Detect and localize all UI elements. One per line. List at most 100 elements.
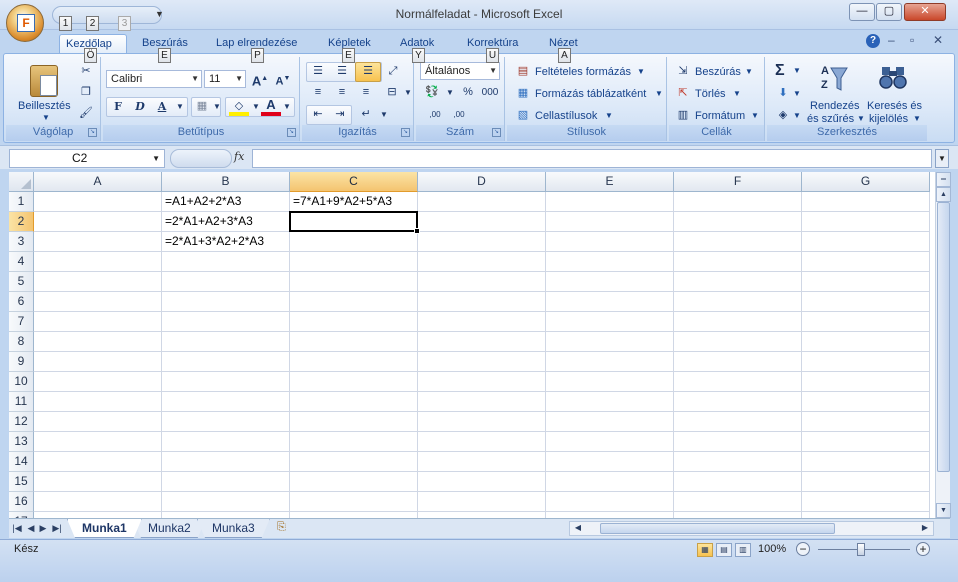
cell-c13[interactable] [290, 432, 418, 452]
autosum-dropdown-icon[interactable]: ▼ [793, 66, 801, 75]
cell-b3[interactable]: =2*A1+3*A2+2*A3 [162, 232, 290, 252]
number-launcher-icon[interactable]: ↘ [492, 128, 501, 137]
paste-button-label[interactable]: Beillesztés [18, 100, 71, 112]
fill-icon[interactable]: ⬇ [773, 85, 793, 103]
cell-a14[interactable] [34, 452, 162, 472]
cell-f14[interactable] [674, 452, 802, 472]
cell-c6[interactable] [290, 292, 418, 312]
prev-sheet-icon[interactable]: ◀ [25, 522, 37, 536]
font-size-combo[interactable]: 11 ▼ [204, 70, 246, 88]
cell-d2[interactable] [418, 212, 546, 232]
wrap-dropdown-icon[interactable]: ▼ [374, 106, 394, 124]
cell-g8[interactable] [802, 332, 930, 352]
underline-dropdown-icon[interactable]: ▼ [170, 98, 190, 116]
cell-d9[interactable] [418, 352, 546, 372]
cell-d11[interactable] [418, 392, 546, 412]
next-sheet-icon[interactable]: ▶ [37, 522, 49, 536]
cell-g12[interactable] [802, 412, 930, 432]
cell-a13[interactable] [34, 432, 162, 452]
row-header-2[interactable]: 2 [9, 212, 34, 232]
cell-g6[interactable] [802, 292, 930, 312]
ribbon-close-icon[interactable]: ✕ [933, 33, 943, 47]
cell-c3[interactable] [290, 232, 418, 252]
cut-icon[interactable]: ✂ [76, 63, 96, 81]
cell-c11[interactable] [290, 392, 418, 412]
cell-e3[interactable] [546, 232, 674, 252]
row-header-8[interactable]: 8 [9, 332, 34, 352]
cell-d4[interactable] [418, 252, 546, 272]
shrink-font-icon[interactable]: A▼ [273, 70, 293, 88]
cell-a10[interactable] [34, 372, 162, 392]
keytip-tab-lap[interactable]: P [251, 48, 264, 63]
fill-dropdown-icon[interactable]: ▼ [793, 89, 801, 98]
row-header-4[interactable]: 4 [9, 252, 34, 272]
cell-a12[interactable] [34, 412, 162, 432]
fill-handle[interactable] [414, 228, 420, 234]
cell-d15[interactable] [418, 472, 546, 492]
format-painter-icon[interactable]: 🖌 [76, 105, 96, 123]
column-header-b[interactable]: B [162, 172, 290, 192]
decrease-decimal-button[interactable]: ,00 [446, 106, 472, 124]
cell-f7[interactable] [674, 312, 802, 332]
row-header-13[interactable]: 13 [9, 432, 34, 452]
row-header-5[interactable]: 5 [9, 272, 34, 292]
scroll-left-icon[interactable]: ◀ [571, 522, 585, 535]
font-name-combo[interactable]: Calibri ▼ [106, 70, 202, 88]
cell-g9[interactable] [802, 352, 930, 372]
column-header-c[interactable]: C [290, 172, 418, 192]
cell-g13[interactable] [802, 432, 930, 452]
cell-f13[interactable] [674, 432, 802, 452]
insert-cells-dropdown-icon[interactable]: ▼ [745, 67, 753, 76]
cell-d3[interactable] [418, 232, 546, 252]
row-header-12[interactable]: 12 [9, 412, 34, 432]
formula-input[interactable] [252, 149, 932, 168]
cell-d8[interactable] [418, 332, 546, 352]
cell-b10[interactable] [162, 372, 290, 392]
close-button[interactable]: ✕ [904, 3, 946, 21]
cell-b15[interactable] [162, 472, 290, 492]
cell-b2[interactable]: =2*A1+A2+3*A3 [162, 212, 290, 232]
format-table-dropdown-icon[interactable]: ▼ [655, 89, 663, 98]
keytip-tab-korrektura[interactable]: U [486, 48, 499, 63]
insert-function-button[interactable]: fx [234, 150, 244, 163]
cell-e1[interactable] [546, 192, 674, 212]
cell-d5[interactable] [418, 272, 546, 292]
cell-b6[interactable] [162, 292, 290, 312]
find-select-icon[interactable] [879, 63, 907, 91]
cell-g14[interactable] [802, 452, 930, 472]
italic-button[interactable]: D [130, 98, 150, 116]
scroll-up-icon[interactable]: ▲ [936, 187, 951, 202]
page-layout-view-icon[interactable]: ▤ [716, 543, 732, 557]
normal-view-icon[interactable]: ▦ [697, 543, 713, 557]
conditional-format-dropdown-icon[interactable]: ▼ [637, 67, 645, 76]
cell-e13[interactable] [546, 432, 674, 452]
format-cells-button[interactable]: Formátum [695, 110, 745, 122]
align-middle-icon[interactable]: ☰ [332, 63, 352, 81]
alignment-launcher-icon[interactable]: ↘ [401, 128, 410, 137]
increase-indent-icon[interactable]: ⇥ [330, 106, 350, 124]
cell-a8[interactable] [34, 332, 162, 352]
column-header-g[interactable]: G [802, 172, 930, 192]
scroll-right-icon[interactable]: ▶ [918, 522, 932, 535]
name-box[interactable]: C2 ▼ [9, 149, 165, 168]
cell-a6[interactable] [34, 292, 162, 312]
align-top-icon[interactable]: ☰ [308, 63, 328, 81]
find-select-label-2[interactable]: kijelölés [869, 113, 908, 125]
clear-dropdown-icon[interactable]: ▼ [793, 111, 801, 120]
zoom-slider-thumb[interactable] [857, 543, 865, 556]
cell-c15[interactable] [290, 472, 418, 492]
delete-cells-dropdown-icon[interactable]: ▼ [733, 89, 741, 98]
row-header-10[interactable]: 10 [9, 372, 34, 392]
autosum-icon[interactable]: Σ [775, 62, 785, 80]
cell-b14[interactable] [162, 452, 290, 472]
cell-c16[interactable] [290, 492, 418, 512]
delete-cells-button[interactable]: Törlés [695, 88, 726, 100]
font-color-dropdown-icon[interactable]: ▼ [277, 98, 297, 116]
keytip-tab-adatok[interactable]: Y [412, 48, 425, 63]
cell-c4[interactable] [290, 252, 418, 272]
cell-b13[interactable] [162, 432, 290, 452]
sheet-tab-munka1[interactable]: Munka1 [67, 519, 142, 538]
cell-d13[interactable] [418, 432, 546, 452]
find-select-dropdown-icon[interactable]: ▼ [913, 114, 921, 123]
cell-f10[interactable] [674, 372, 802, 392]
